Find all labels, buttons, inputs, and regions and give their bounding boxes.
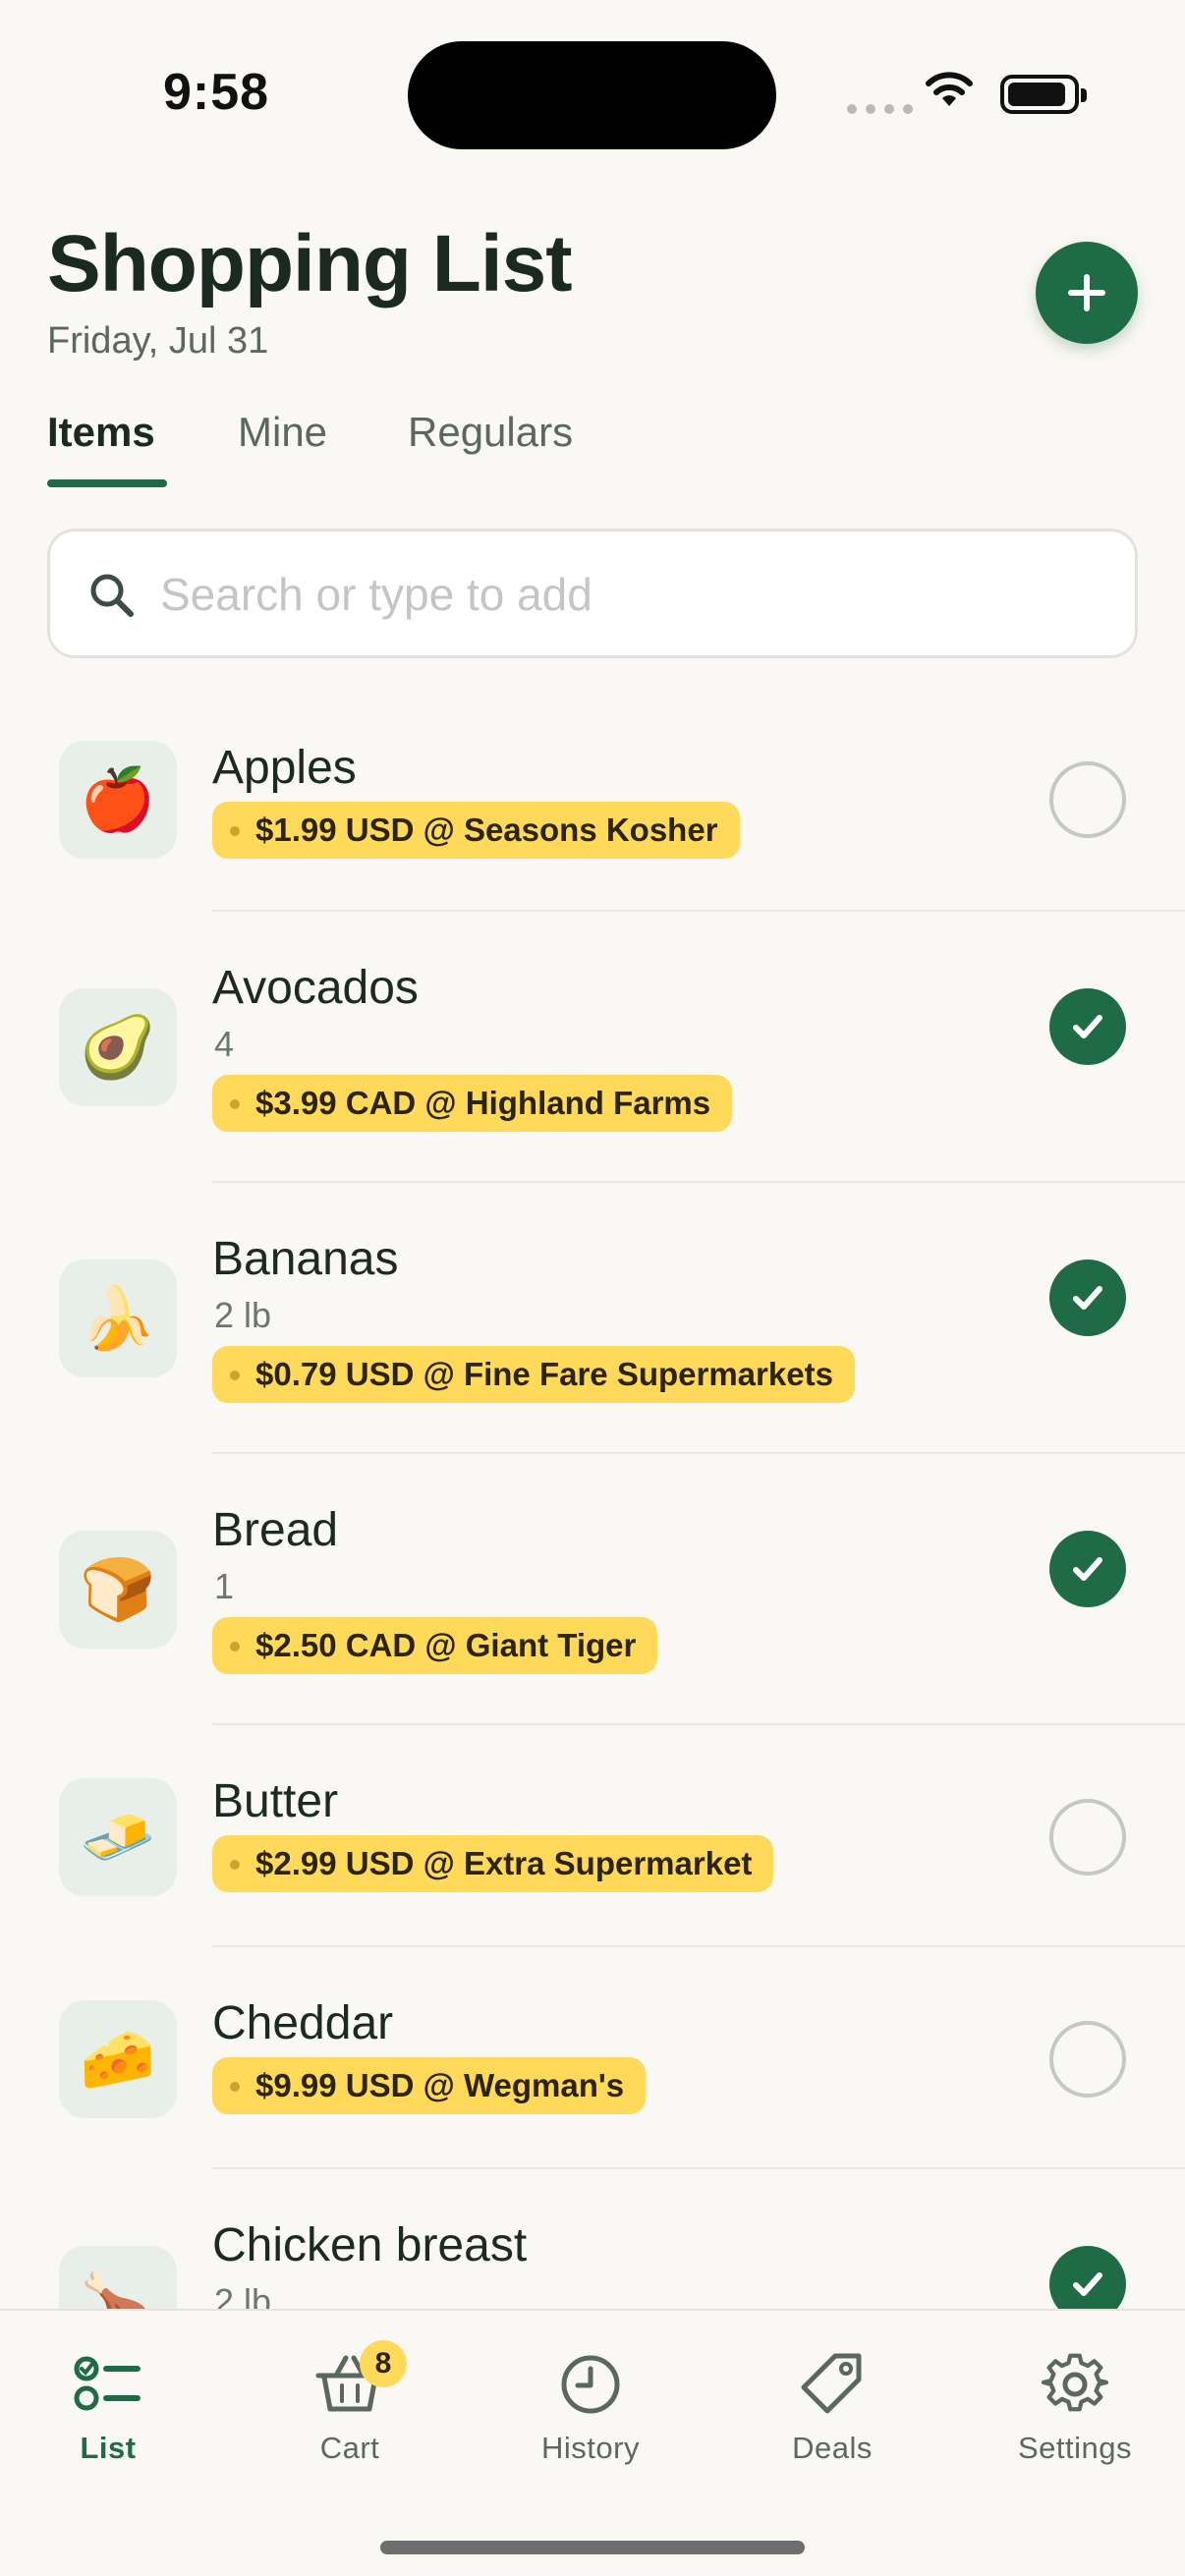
tabbar-cart[interactable]: 8 Cart: [261, 2340, 438, 2466]
bread-icon: 🍞: [59, 1531, 177, 1649]
price-tag: $9.99 USD @ Wegman's: [212, 2057, 647, 2114]
list-check-icon: [74, 2356, 141, 2411]
banana-icon: 🍌: [59, 1260, 177, 1377]
divider: [212, 1181, 1185, 1183]
divider: [212, 1723, 1185, 1725]
item-name: Bananas: [212, 1233, 399, 1285]
page-date: Friday, Jul 31: [47, 320, 269, 362]
tabbar-deals[interactable]: Deals: [744, 2346, 921, 2466]
cart-count-badge: 8: [360, 2340, 407, 2387]
search-bar[interactable]: [47, 529, 1138, 658]
list-item[interactable]: 🍎 Apples $1.99 USD @ Seasons Kosher: [0, 741, 1185, 963]
search-icon: [90, 574, 134, 617]
tab-items[interactable]: Items: [47, 409, 155, 456]
bottom-tab-bar: List 8 Cart History Deals Settings: [0, 2309, 1185, 2576]
battery-icon: [1000, 75, 1087, 114]
chicken-leg-icon: 🍗: [59, 2246, 177, 2309]
divider: [212, 1945, 1185, 1947]
price-tag: $0.79 USD @ Fine Fare Supermarkets: [212, 1346, 855, 1403]
plus-icon: [1068, 274, 1105, 311]
avocado-icon: 🥑: [59, 988, 177, 1106]
search-input[interactable]: [160, 557, 1084, 632]
item-name: Avocados: [212, 962, 419, 1014]
item-quantity: 1: [214, 1566, 235, 1606]
item-name: Cheddar: [212, 1997, 394, 2049]
divider: [212, 910, 1185, 912]
item-quantity: 2 lb: [214, 2281, 272, 2309]
home-indicator: [380, 2541, 805, 2554]
divider: [212, 1452, 1185, 1454]
item-quantity: 4: [214, 1024, 235, 1064]
checkmark-icon: [1073, 1557, 1102, 1581]
apple-icon: 🍎: [59, 741, 177, 859]
tabbar-settings[interactable]: Settings: [987, 2346, 1163, 2466]
tabbar-label: Deals: [792, 2431, 873, 2465]
dynamic-island: [408, 41, 776, 149]
butter-icon: 🧈: [59, 1778, 177, 1896]
tab-mine[interactable]: Mine: [238, 409, 327, 456]
wifi-icon: [926, 72, 973, 106]
item-checkbox[interactable]: [1049, 1531, 1126, 1607]
tabbar-list[interactable]: List: [20, 2346, 197, 2466]
item-quantity: 2 lb: [214, 1295, 272, 1335]
price-tag: $1.99 USD @ Seasons Kosher: [212, 802, 740, 859]
price-tag: $2.99 USD @ Extra Supermarket: [212, 1835, 774, 1892]
shopping-list: 🍎 Apples $1.99 USD @ Seasons Kosher 🥑 Av…: [0, 688, 1185, 2309]
tabbar-label: List: [80, 2431, 137, 2465]
checkmark-icon: [1073, 2272, 1102, 2296]
cheese-icon: 🧀: [59, 2000, 177, 2118]
signal-dots-icon: [847, 104, 913, 114]
divider: [212, 2167, 1185, 2169]
item-checkbox[interactable]: [1049, 1799, 1126, 1876]
tabbar-label: History: [541, 2431, 640, 2465]
tabbar-label: Settings: [1017, 2431, 1132, 2465]
item-checkbox[interactable]: [1049, 988, 1126, 1065]
status-time: 9:58: [163, 64, 270, 121]
item-name: Chicken breast: [212, 2219, 528, 2271]
gear-icon: [1042, 2353, 1108, 2412]
item-name: Butter: [212, 1775, 339, 1827]
item-checkbox[interactable]: [1049, 1260, 1126, 1336]
price-tag: $2.50 CAD @ Giant Tiger: [212, 1617, 658, 1674]
tag-icon: [801, 2353, 862, 2414]
tabbar-label: Cart: [319, 2431, 380, 2465]
item-checkbox[interactable]: [1049, 2021, 1126, 2098]
price-tag: $3.99 CAD @ Highland Farms: [212, 1075, 733, 1132]
status-bar: 9:58: [0, 0, 1185, 187]
item-checkbox[interactable]: [1049, 2246, 1126, 2309]
tab-regulars[interactable]: Regulars: [408, 409, 573, 456]
checkmark-icon: [1073, 1015, 1102, 1038]
item-name: Bread: [212, 1504, 339, 1556]
page-title: Shopping List: [47, 219, 573, 308]
clock-icon: [561, 2355, 620, 2414]
add-item-button[interactable]: [1036, 242, 1138, 344]
checkmark-icon: [1073, 1286, 1102, 1310]
active-tab-indicator: [47, 479, 167, 487]
item-name: Apples: [212, 742, 357, 794]
tabbar-history[interactable]: History: [502, 2346, 679, 2466]
item-checkbox[interactable]: [1049, 761, 1126, 838]
